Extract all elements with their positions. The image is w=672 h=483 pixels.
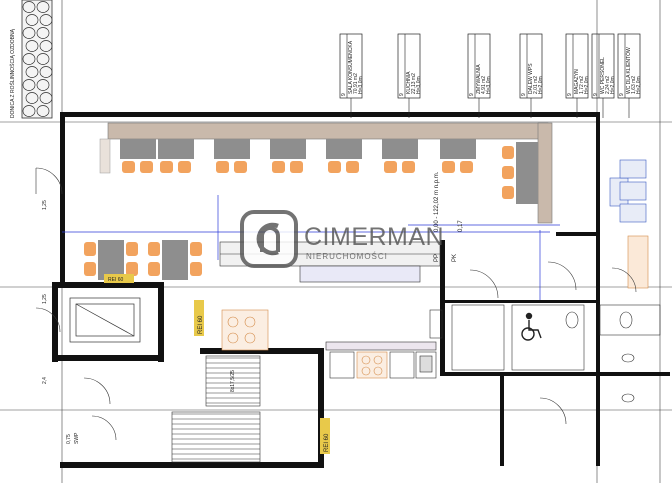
staircase bbox=[171, 355, 261, 463]
room-tag-number: 9 bbox=[521, 93, 527, 96]
bottom-note-1: 0,75 bbox=[66, 434, 72, 444]
table-set bbox=[440, 139, 476, 173]
svg-text:REI 60: REI 60 bbox=[198, 315, 204, 334]
pk-label: PK bbox=[452, 254, 458, 262]
fire-label-1: REI 60 bbox=[194, 300, 204, 336]
room-tag-height: H=3,0m bbox=[416, 76, 422, 94]
planter-label: DONICA Z ROŚLINNOŚCIĄ OZDOBNĄ bbox=[8, 28, 16, 118]
svg-text:REI 60: REI 60 bbox=[108, 277, 124, 283]
floor-plan: DONICA Z ROŚLINNOŚCIĄ OZDOBNĄ 9 SALA KON… bbox=[0, 0, 672, 483]
room-tag-height: H=2,0m bbox=[610, 76, 616, 94]
watermark-sub: NIERUCHOMOŚCI bbox=[306, 252, 388, 261]
room-tag: 9WC DLA KLIENTÓW 1,63 m2 H=2,0m bbox=[617, 33, 642, 118]
watermark-brand: CIMERMAN bbox=[304, 223, 444, 251]
room-tag-height: H=3,0m bbox=[358, 76, 364, 94]
table-set bbox=[120, 139, 156, 173]
floor-plan-drawing: DONICA Z ROŚLINNOŚCIĄ OZDOBNĄ 9SALA KONS… bbox=[0, 0, 672, 483]
left-dim-1: 1,25 bbox=[42, 200, 48, 210]
room-tag: 9ZMYWALNIA 4,91 m2 H=3,0m bbox=[467, 33, 492, 118]
level-note: 0,17 bbox=[458, 220, 464, 232]
fire-label-3: REI 60 bbox=[104, 274, 134, 283]
corner-table-set bbox=[502, 142, 538, 204]
table-set bbox=[148, 240, 202, 280]
room-tag: 9SALA KONSUMENCKA 70,91 m2 H=3,0m bbox=[339, 33, 364, 118]
left-dim-2: 1,25 bbox=[42, 294, 48, 304]
fire-label-2: REI 60 bbox=[320, 418, 330, 454]
accessibility-symbol-icon bbox=[521, 312, 542, 341]
table-set bbox=[270, 139, 306, 173]
room-tag-height: H=3,0m bbox=[486, 76, 492, 94]
room-tag-number: 9 bbox=[593, 93, 599, 96]
room-tag-height: H=2,0m bbox=[584, 76, 590, 94]
room-tag-height: H=2,0m bbox=[538, 76, 544, 94]
table-set bbox=[326, 139, 362, 173]
watermark-logo-icon bbox=[240, 210, 298, 268]
table-set bbox=[214, 139, 250, 173]
elevator-shaft bbox=[69, 297, 141, 343]
room-tag-number: 9 bbox=[399, 93, 405, 96]
stairs-note: 8x17,5/25 bbox=[230, 370, 236, 392]
planter-stones bbox=[21, 0, 53, 119]
table-set bbox=[158, 139, 194, 173]
room-tag: 9MAGAZYN 1,72 m2 H=2,0m bbox=[565, 33, 590, 118]
room-tag-height: H=2,0m bbox=[636, 76, 642, 94]
room-tag: 9KUCHNIA 22,13 m2 H=3,0m bbox=[397, 33, 422, 118]
room-tag-number: 9 bbox=[341, 93, 347, 96]
room-tag-number: 9 bbox=[567, 93, 573, 96]
bottom-note-2: SWP bbox=[74, 432, 80, 444]
pp-label: PP bbox=[434, 254, 440, 262]
room-tag-number: 9 bbox=[469, 93, 475, 96]
wc-area bbox=[451, 159, 661, 403]
table-set bbox=[382, 139, 418, 173]
room-tag-number: 9 bbox=[619, 93, 625, 96]
svg-text:REI 60: REI 60 bbox=[324, 433, 330, 452]
room-tag: 9DALEW WPS 2,01 m2 H=2,0m bbox=[519, 33, 544, 118]
room-tag: 9WC PERSONEL 2,24 m2 H=2,0m bbox=[591, 33, 616, 118]
left-dim-3: 2,4 bbox=[42, 377, 48, 384]
